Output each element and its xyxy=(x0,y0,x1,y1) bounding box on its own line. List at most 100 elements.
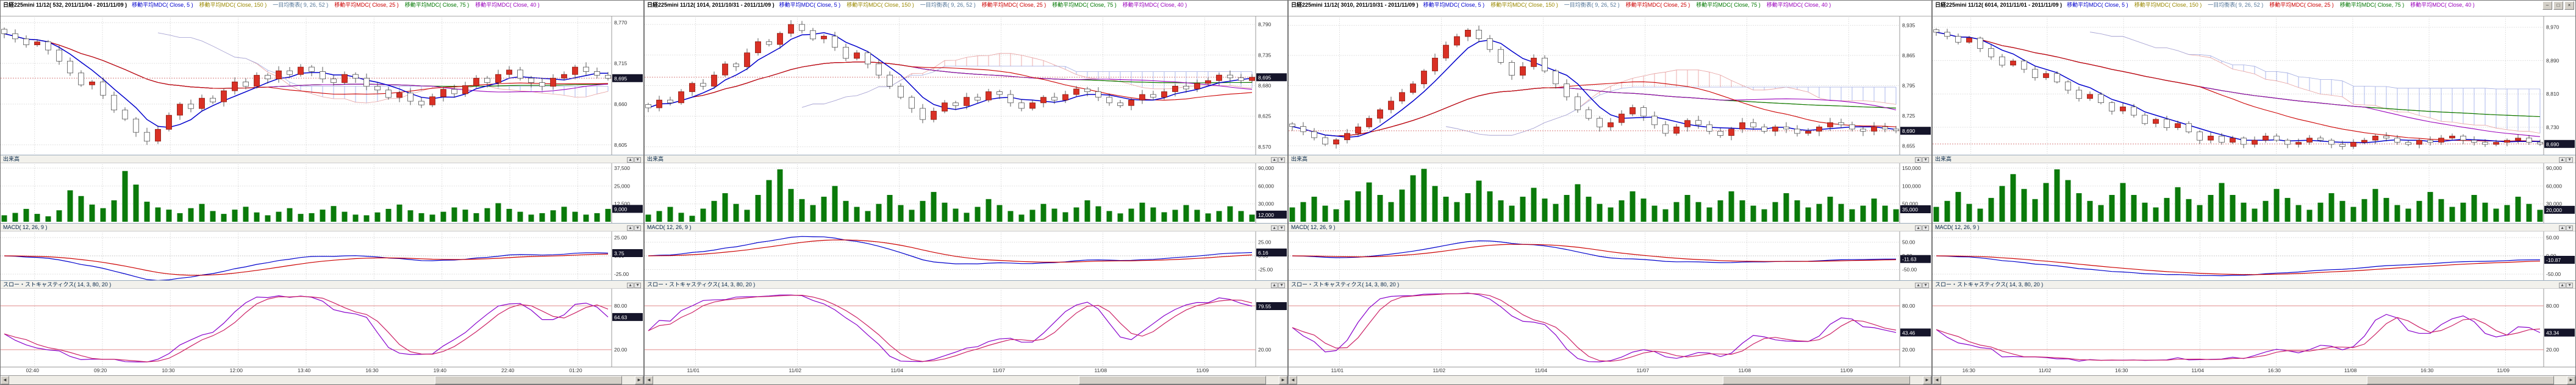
horizontal-scrollbar[interactable]: ◄ ► xyxy=(1,375,643,384)
pane-up-icon[interactable]: ▲ xyxy=(1915,225,1922,231)
price-chart: 8,9358,8658,7958,7258,6558,690 xyxy=(1289,16,1931,155)
pane-up-icon[interactable]: ▲ xyxy=(627,283,634,288)
svg-text:6.16: 6.16 xyxy=(1258,250,1268,256)
pane-resize-buttons: ▲▼ xyxy=(2558,281,2573,288)
pane-up-icon[interactable]: ▲ xyxy=(627,157,634,163)
scroll-right-button[interactable]: ► xyxy=(1923,376,1931,384)
close-button[interactable]: × xyxy=(2564,1,2574,10)
scroll-left-button[interactable]: ◄ xyxy=(1933,376,1941,384)
svg-text:8,655: 8,655 xyxy=(1902,143,1916,149)
legend-item: 移動平均MDC( Close, 25 ) xyxy=(334,2,399,8)
pane-down-icon[interactable]: ▼ xyxy=(1922,283,1929,288)
chart-canvas: 80.0020.0043.34 xyxy=(1933,289,2575,367)
chart-canvas: 8,9708,8908,8108,7308,690 xyxy=(1933,16,2575,155)
stochastics-label: スロー・ストキャスティクス( 14, 3, 80, 20 ) xyxy=(3,281,111,288)
scrollbar-track[interactable] xyxy=(1297,376,1923,384)
time-axis-label: 11/02 xyxy=(1433,367,1446,373)
scrollbar-thumb[interactable] xyxy=(435,376,623,384)
svg-text:50.00: 50.00 xyxy=(2546,235,2560,241)
svg-text:8,690: 8,690 xyxy=(2546,141,2560,147)
chart-title: 日経225mini 11/12( 6014, 2011/11/01 - 2011… xyxy=(1935,2,2062,8)
pane-up-icon[interactable]: ▲ xyxy=(1271,283,1278,288)
legend-item: 移動平均MDC( Close, 75 ) xyxy=(2340,2,2405,8)
legend-item: 一目均衡表( 9, 26, 52 ) xyxy=(2208,2,2263,8)
chart-canvas: 150,000100,00050,00035,000 xyxy=(1289,163,1931,223)
pane-down-icon[interactable]: ▼ xyxy=(1278,157,1285,163)
restore-button[interactable]: □ xyxy=(2553,1,2563,10)
scroll-left-button[interactable]: ◄ xyxy=(1,376,9,384)
pane-down-icon[interactable]: ▼ xyxy=(1922,157,1929,163)
pane-up-icon[interactable]: ▲ xyxy=(2559,225,2566,231)
scroll-left-button[interactable]: ◄ xyxy=(1289,376,1297,384)
time-axis-label: 11/08 xyxy=(1739,367,1751,373)
horizontal-scrollbar[interactable]: ◄ ► xyxy=(645,375,1287,384)
pane-up-icon[interactable]: ▲ xyxy=(1915,283,1922,288)
svg-text:30,000: 30,000 xyxy=(1258,201,1274,207)
chart-title: 日経225mini 11/12( 532, 2011/11/04 - 2011/… xyxy=(3,2,127,8)
horizontal-scrollbar[interactable]: ◄ ► xyxy=(1933,375,2575,384)
scrollbar-thumb[interactable] xyxy=(2367,376,2555,384)
legend-item: 移動平均MDC( Close, 5 ) xyxy=(1423,2,1485,8)
pane-up-icon[interactable]: ▲ xyxy=(627,225,634,231)
time-axis-label: 11/07 xyxy=(1637,367,1650,373)
pane-down-icon[interactable]: ▼ xyxy=(1278,225,1285,231)
scroll-right-button[interactable]: ► xyxy=(1279,376,1287,384)
stochastics-chart: 80.0020.0043.46 xyxy=(1289,289,1931,367)
pane-up-icon[interactable]: ▲ xyxy=(2559,283,2566,288)
legend-item: 移動平均MDC( Close, 40 ) xyxy=(1767,2,1831,8)
chart-canvas: 90,00060,00030,00020,000 xyxy=(1933,163,2575,223)
svg-text:90,000: 90,000 xyxy=(1258,165,1274,171)
pane-up-icon[interactable]: ▲ xyxy=(1271,225,1278,231)
svg-text:8,570: 8,570 xyxy=(1258,144,1272,150)
pane-down-icon[interactable]: ▼ xyxy=(634,157,641,163)
pane-down-icon[interactable]: ▼ xyxy=(1278,283,1285,288)
pane-up-icon[interactable]: ▲ xyxy=(2559,157,2566,163)
time-axis-label: 11/02 xyxy=(2039,367,2052,373)
chart-window-4: 日経225mini 11/12( 6014, 2011/11/01 - 2011… xyxy=(1932,0,2576,385)
pane-down-icon[interactable]: ▼ xyxy=(2566,157,2573,163)
svg-text:8,970: 8,970 xyxy=(2546,24,2560,30)
legend-item: 移動平均MDC( Close, 5 ) xyxy=(779,2,841,8)
time-axis-label: 11/04 xyxy=(1535,367,1548,373)
macd-chart: 50.000.00-50.00-11.63 xyxy=(1289,231,1931,280)
scrollbar-track[interactable] xyxy=(653,376,1279,384)
pane-down-icon[interactable]: ▼ xyxy=(2566,283,2573,288)
volume-label: 出来高 xyxy=(3,155,20,163)
legend-item: 移動平均MDC( Close, 75 ) xyxy=(1052,2,1117,8)
stoch-section-bar: スロー・ストキャスティクス( 14, 3, 80, 20 ) ▲▼ xyxy=(1933,280,2575,289)
svg-text:8,715: 8,715 xyxy=(614,60,628,66)
scrollbar-thumb[interactable] xyxy=(1723,376,1911,384)
volume-section-bar: 出来高 ▲▼ xyxy=(1289,155,1931,163)
macd-section-bar: MACD( 12, 26, 9 ) ▲▼ xyxy=(1933,223,2575,231)
horizontal-scrollbar[interactable]: ◄ ► xyxy=(1289,375,1931,384)
macd-label: MACD( 12, 26, 9 ) xyxy=(647,224,692,231)
scroll-right-button[interactable]: ► xyxy=(635,376,643,384)
svg-text:150,000: 150,000 xyxy=(1902,165,1921,171)
scrollbar-track[interactable] xyxy=(1941,376,2567,384)
time-axis-label: 09:20 xyxy=(94,367,107,373)
svg-text:8,735: 8,735 xyxy=(1258,52,1272,58)
macd-label: MACD( 12, 26, 9 ) xyxy=(3,224,48,231)
minimize-button[interactable]: – xyxy=(2542,1,2552,10)
legend-item: 移動平均MDC( Close, 150 ) xyxy=(846,2,914,8)
chart-canvas: 25.000.00-25.006.16 xyxy=(645,231,1287,280)
volume-label: 出来高 xyxy=(647,155,664,163)
time-axis-label: 16:30 xyxy=(1962,367,1975,373)
scroll-right-button[interactable]: ► xyxy=(2567,376,2575,384)
scroll-left-button[interactable]: ◄ xyxy=(645,376,653,384)
legend-item: 移動平均MDC( Close, 150 ) xyxy=(2134,2,2202,8)
pane-down-icon[interactable]: ▼ xyxy=(2566,225,2573,231)
svg-text:20.00: 20.00 xyxy=(1902,347,1916,353)
time-axis-label: 11/09 xyxy=(1841,367,1853,373)
volume-section-bar: 出来高 ▲▼ xyxy=(1933,155,2575,163)
pane-down-icon[interactable]: ▼ xyxy=(1922,225,1929,231)
pane-down-icon[interactable]: ▼ xyxy=(634,225,641,231)
pane-down-icon[interactable]: ▼ xyxy=(634,283,641,288)
scrollbar-thumb[interactable] xyxy=(1079,376,1267,384)
pane-up-icon[interactable]: ▲ xyxy=(1271,157,1278,163)
chart-window-3: 日経225mini 11/12( 3010, 2011/10/31 - 2011… xyxy=(1288,0,1932,385)
legend-item: 移動平均MDC( Close, 25 ) xyxy=(982,2,1046,8)
svg-text:79.55: 79.55 xyxy=(1258,303,1272,309)
scrollbar-track[interactable] xyxy=(9,376,635,384)
pane-up-icon[interactable]: ▲ xyxy=(1915,157,1922,163)
